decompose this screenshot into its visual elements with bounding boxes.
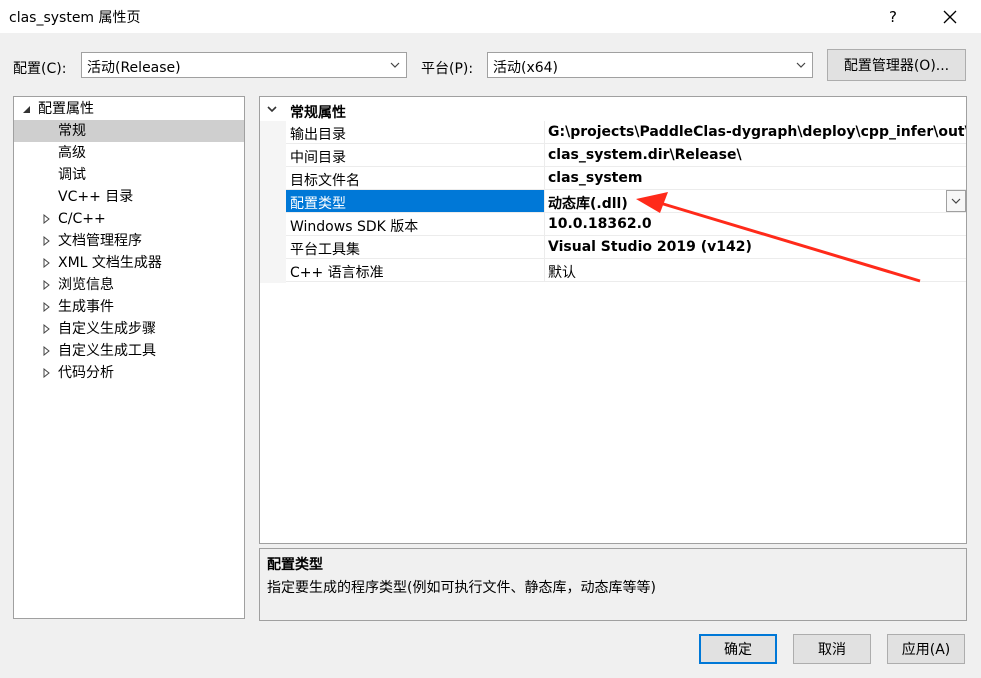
tree-item-custom-build-tool[interactable]: 自定义生成工具 <box>14 340 244 362</box>
expand-triangle-icon[interactable] <box>41 252 51 274</box>
expand-triangle-icon[interactable] <box>41 318 51 340</box>
property-name: 目标文件名 <box>290 173 360 189</box>
config-label: 配置(C): <box>13 61 67 77</box>
window-title: clas_system 属性页 <box>9 10 141 26</box>
property-value[interactable]: 默认 <box>548 262 576 282</box>
tree-item-label: 常规 <box>58 123 86 139</box>
chevron-down-icon[interactable] <box>266 103 278 115</box>
tree-item-c-cpp[interactable]: C/C++ <box>14 208 244 230</box>
column-divider <box>544 236 545 258</box>
property-row-output-dir[interactable]: 输出目录 G:\projects\PaddleClas-dygraph\depl… <box>286 121 966 144</box>
property-row-intermediate-dir[interactable]: 中间目录 clas_system.dir\Release\ <box>286 144 966 167</box>
tree-item-label: 自定义生成工具 <box>58 343 156 359</box>
column-divider <box>544 167 545 189</box>
tree-item-label: 浏览信息 <box>58 277 114 293</box>
platform-select-value: 活动(x64) <box>493 60 559 76</box>
column-divider <box>544 144 545 166</box>
tree-item-manifest-tool[interactable]: 文档管理程序 <box>14 230 244 252</box>
property-name: 输出目录 <box>290 127 346 143</box>
close-button[interactable] <box>927 0 973 33</box>
description-panel: 配置类型 指定要生成的程序类型(例如可执行文件、静态库，动态库等等) <box>259 548 967 621</box>
description-title: 配置类型 <box>267 557 323 573</box>
chevron-down-icon <box>796 62 806 68</box>
help-button[interactable]: ? <box>870 0 916 33</box>
expand-triangle-icon[interactable] <box>41 230 51 252</box>
grid-gutter <box>260 121 286 283</box>
category-general-properties[interactable]: 常规属性 <box>260 99 966 121</box>
ok-button[interactable]: 确定 <box>699 634 777 664</box>
property-name: 中间目录 <box>290 150 346 166</box>
tree-item-custom-build-step[interactable]: 自定义生成步骤 <box>14 318 244 340</box>
expand-triangle-icon[interactable] <box>41 296 51 318</box>
property-row-configuration-type[interactable]: 配置类型 动态库(.dll) <box>286 190 966 213</box>
property-tree: 配置属性 常规 高级 调试 VC++ 目录 C/C++ 文档管理程序 XML 文… <box>13 96 245 619</box>
tree-item-label: 自定义生成步骤 <box>58 321 156 337</box>
property-value[interactable]: Visual Studio 2019 (v142) <box>548 239 752 255</box>
property-row-windows-sdk[interactable]: Windows SDK 版本 10.0.18362.0 <box>286 213 966 236</box>
config-select[interactable]: 活动(Release) <box>81 52 407 78</box>
tree-root-label: 配置属性 <box>38 101 94 117</box>
tree-item-label: 高级 <box>58 145 86 161</box>
property-row-cpp-standard[interactable]: C++ 语言标准 默认 <box>286 259 966 282</box>
tree-item-code-analysis[interactable]: 代码分析 <box>14 362 244 384</box>
property-value[interactable]: 动态库(.dll) <box>548 193 628 213</box>
config-select-value: 活动(Release) <box>87 60 181 76</box>
expand-triangle-icon[interactable] <box>41 340 51 362</box>
chevron-down-icon <box>951 198 961 204</box>
property-name: 平台工具集 <box>290 242 360 258</box>
collapse-triangle-icon[interactable] <box>21 98 31 120</box>
config-manager-button[interactable]: 配置管理器(O)... <box>827 49 966 81</box>
platform-select[interactable]: 活动(x64) <box>487 52 813 78</box>
column-divider <box>544 213 545 235</box>
tree-item-label: VC++ 目录 <box>58 189 134 205</box>
property-name: 配置类型 <box>290 196 346 212</box>
property-value[interactable]: clas_system.dir\Release\ <box>548 147 742 163</box>
cancel-button[interactable]: 取消 <box>793 634 871 664</box>
tree-item-build-events[interactable]: 生成事件 <box>14 296 244 318</box>
property-value[interactable]: G:\projects\PaddleClas-dygraph\deploy\cp… <box>548 124 966 140</box>
expand-triangle-icon[interactable] <box>41 362 51 384</box>
property-row-target-name[interactable]: 目标文件名 clas_system <box>286 167 966 190</box>
tree-item-label: 文档管理程序 <box>58 233 142 249</box>
column-divider <box>544 121 545 143</box>
platform-label: 平台(P): <box>421 61 474 77</box>
tree-item-label: 生成事件 <box>58 299 114 315</box>
value-dropdown-button[interactable] <box>946 190 966 212</box>
property-name: Windows SDK 版本 <box>290 219 419 235</box>
tree-item-browse-info[interactable]: 浏览信息 <box>14 274 244 296</box>
tree-item-debugging[interactable]: 调试 <box>14 164 244 186</box>
tree-item-vc-directories[interactable]: VC++ 目录 <box>14 186 244 208</box>
chevron-down-icon <box>390 62 400 68</box>
tree-item-label: 代码分析 <box>58 365 114 381</box>
tree-root-config-properties[interactable]: 配置属性 <box>14 98 244 120</box>
property-name: C++ 语言标准 <box>290 265 384 281</box>
tree-item-xml-doc-generator[interactable]: XML 文档生成器 <box>14 252 244 274</box>
description-text: 指定要生成的程序类型(例如可执行文件、静态库，动态库等等) <box>267 580 656 596</box>
tree-item-label: C/C++ <box>58 211 106 227</box>
category-label: 常规属性 <box>290 105 346 121</box>
tree-item-advanced[interactable]: 高级 <box>14 142 244 164</box>
expand-triangle-icon[interactable] <box>41 208 51 230</box>
column-divider <box>544 259 545 281</box>
title-bar: clas_system 属性页 ? <box>0 0 981 33</box>
tree-item-label: XML 文档生成器 <box>58 255 162 271</box>
property-grid: 常规属性 输出目录 G:\projects\PaddleClas-dygraph… <box>259 96 967 544</box>
property-value[interactable]: clas_system <box>548 170 642 186</box>
property-row-platform-toolset[interactable]: 平台工具集 Visual Studio 2019 (v142) <box>286 236 966 259</box>
expand-triangle-icon[interactable] <box>41 274 51 296</box>
close-icon <box>943 10 957 23</box>
tree-item-label: 调试 <box>58 167 86 183</box>
tree-item-general[interactable]: 常规 <box>14 120 244 142</box>
property-value[interactable]: 10.0.18362.0 <box>548 216 652 232</box>
column-divider <box>544 190 545 212</box>
apply-button[interactable]: 应用(A) <box>887 634 965 664</box>
